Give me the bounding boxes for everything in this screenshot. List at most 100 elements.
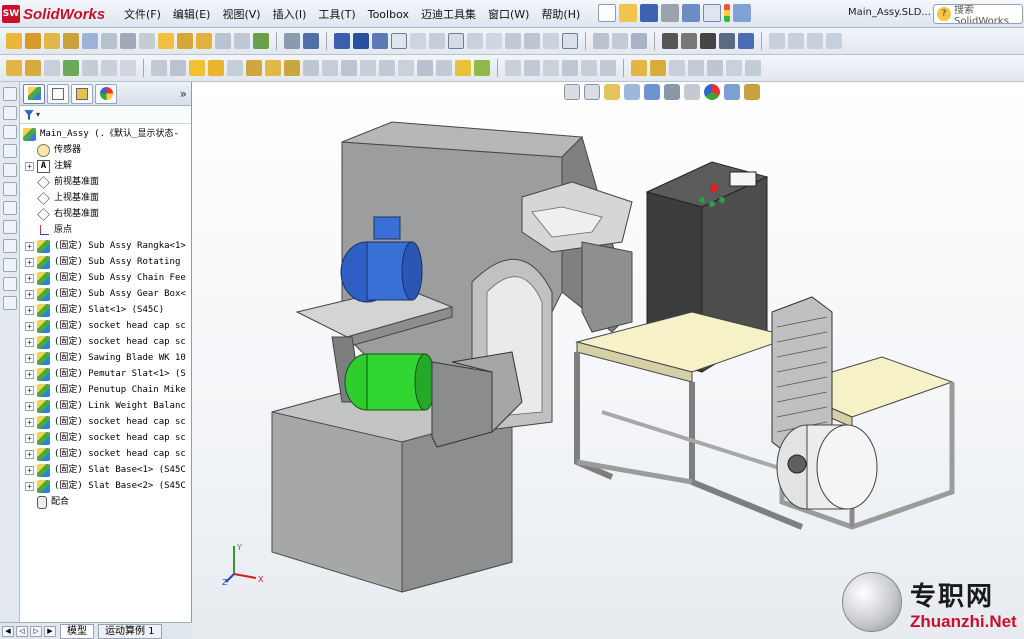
strip-icon-10[interactable]	[3, 258, 17, 272]
datum-target-icon[interactable]	[486, 33, 502, 49]
strip-icon-2[interactable]	[3, 106, 17, 120]
new-motion-study-icon[interactable]	[158, 33, 174, 49]
strip-icon-3[interactable]	[3, 125, 17, 139]
strip-icon-4[interactable]	[3, 144, 17, 158]
menu-edit[interactable]: 编辑(E)	[167, 6, 217, 22]
smart-dimension-icon[interactable]	[334, 33, 350, 49]
tab-feature-manager[interactable]	[23, 83, 45, 104]
tree-item[interactable]: + (固定) Slat Base<1> (S45C	[20, 462, 191, 478]
strip-icon-6[interactable]	[3, 182, 17, 196]
center-mark-icon[interactable]	[593, 33, 609, 49]
undo-icon[interactable]	[682, 4, 700, 22]
tree-item[interactable]: + (固定) socket head cap sc	[20, 430, 191, 446]
insert-component-icon[interactable]	[6, 33, 22, 49]
instant3d-icon[interactable]	[253, 33, 269, 49]
menu-toolbox[interactable]: Toolbox	[362, 8, 415, 21]
options-icon[interactable]	[733, 4, 751, 22]
tree-item[interactable]: + (固定) socket head cap sc	[20, 414, 191, 430]
move-face-icon[interactable]	[398, 60, 414, 76]
toolbar-icon-b[interactable]	[788, 33, 804, 49]
expand-plus-icon[interactable]: +	[25, 289, 34, 299]
expand-plus-icon[interactable]: +	[25, 385, 34, 395]
tree-filter[interactable]: ▾	[20, 106, 191, 124]
panel-expand-icon[interactable]: »	[180, 87, 187, 101]
tree-item[interactable]: + (固定) Sawing Blade WK 10	[20, 350, 191, 366]
expand-plus-icon[interactable]: +	[25, 241, 34, 251]
brush-icon[interactable]	[662, 33, 678, 49]
draft-icon[interactable]	[227, 60, 243, 76]
extrude-boss-icon[interactable]	[6, 60, 22, 76]
rib-icon[interactable]	[189, 60, 205, 76]
search-box[interactable]: ? 搜索 SolidWorks	[933, 4, 1023, 24]
extrude-cut-icon[interactable]	[101, 60, 117, 76]
assembly-features-icon[interactable]	[120, 33, 136, 49]
tree-item[interactable]: + (固定) socket head cap sc	[20, 318, 191, 334]
strip-icon-8[interactable]	[3, 220, 17, 234]
intersect-icon[interactable]	[379, 60, 395, 76]
area-hatch-icon[interactable]	[543, 33, 559, 49]
menu-view[interactable]: 视图(V)	[216, 6, 266, 22]
gusset-icon[interactable]	[581, 60, 597, 76]
interference-detection-icon[interactable]	[234, 33, 250, 49]
expand-plus-icon[interactable]: +	[25, 481, 34, 491]
tree-item[interactable]: 右视基准面	[20, 206, 191, 222]
reference-geometry-icon[interactable]	[139, 33, 155, 49]
thicken-icon[interactable]	[436, 60, 452, 76]
save-icon[interactable]	[640, 4, 658, 22]
open-folder-icon[interactable]	[619, 4, 637, 22]
select-cursor-icon[interactable]	[703, 4, 721, 22]
linear-pattern-icon[interactable]	[44, 33, 60, 49]
expand-plus-icon[interactable]: +	[25, 417, 34, 427]
structural-member-icon[interactable]	[524, 60, 540, 76]
boundary-boss-icon[interactable]	[82, 60, 98, 76]
tree-item[interactable]: + (固定) Sub Assy Rangka<1>	[20, 238, 191, 254]
expand-plus-icon[interactable]: +	[25, 449, 34, 459]
tree-item[interactable]: + (固定) socket head cap sc	[20, 334, 191, 350]
tree-root[interactable]: Main_Assy (.《默认_显示状态-	[20, 126, 191, 142]
tree-item[interactable]: + (固定) Pemutar Slat<1> (S	[20, 366, 191, 382]
strip-icon-7[interactable]	[3, 201, 17, 215]
camera-icon[interactable]	[700, 33, 716, 49]
block-icon[interactable]	[562, 33, 578, 49]
weld-bead-icon[interactable]	[600, 60, 616, 76]
expand-plus-icon[interactable]: +	[25, 273, 34, 283]
tab-display-manager[interactable]	[95, 83, 117, 104]
expand-plus-icon[interactable]: +	[25, 305, 34, 315]
tree-item[interactable]: 前视基准面	[20, 174, 191, 190]
unfold-icon[interactable]	[726, 60, 742, 76]
prev-tab-arrow-icon[interactable]: ◁	[16, 625, 28, 637]
note-icon[interactable]	[353, 33, 369, 49]
expand-plus-icon[interactable]: +	[25, 433, 34, 443]
layout-icon[interactable]	[284, 33, 300, 49]
bill-of-materials-icon[interactable]	[177, 33, 193, 49]
explode-line-sketch-icon[interactable]	[215, 33, 231, 49]
scale-icon[interactable]	[322, 60, 338, 76]
toolbar-icon-c[interactable]	[807, 33, 823, 49]
rebuild-traffic-light-icon[interactable]	[724, 4, 730, 22]
tree-item[interactable]: + (固定) Sub Assy Rotating	[20, 254, 191, 270]
last-tab-arrow-icon[interactable]: ▶	[44, 625, 56, 637]
assembly-model-render[interactable]	[192, 82, 1024, 639]
sketch-icon[interactable]	[303, 33, 319, 49]
wrap-icon[interactable]	[284, 60, 300, 76]
balloon-icon[interactable]	[391, 33, 407, 49]
menu-window[interactable]: 窗口(W)	[482, 6, 535, 22]
graphics-area[interactable]: Y X Z 专职网 Zhuanzhi.Net	[192, 82, 1024, 639]
appearance-icon[interactable]	[681, 33, 697, 49]
render-icon[interactable]	[719, 33, 735, 49]
cosmetic-thread-icon[interactable]	[524, 33, 540, 49]
sheet-metal-icon[interactable]	[631, 60, 647, 76]
next-tab-arrow-icon[interactable]: ▷	[30, 625, 42, 637]
expand-plus-icon[interactable]: +	[25, 369, 34, 379]
loft-icon[interactable]	[63, 60, 79, 76]
menu-help[interactable]: 帮助(H)	[535, 6, 586, 22]
expand-plus-icon[interactable]: +	[25, 321, 34, 331]
menu-file[interactable]: 文件(F)	[118, 6, 167, 22]
toolbar-icon-a[interactable]	[769, 33, 785, 49]
miter-flange-icon[interactable]	[688, 60, 704, 76]
strip-icon-1[interactable]	[3, 87, 17, 101]
helix-icon[interactable]	[474, 60, 490, 76]
flex-icon[interactable]	[303, 60, 319, 76]
delete-face-icon[interactable]	[417, 60, 433, 76]
menu-insert[interactable]: 插入(I)	[267, 6, 313, 22]
